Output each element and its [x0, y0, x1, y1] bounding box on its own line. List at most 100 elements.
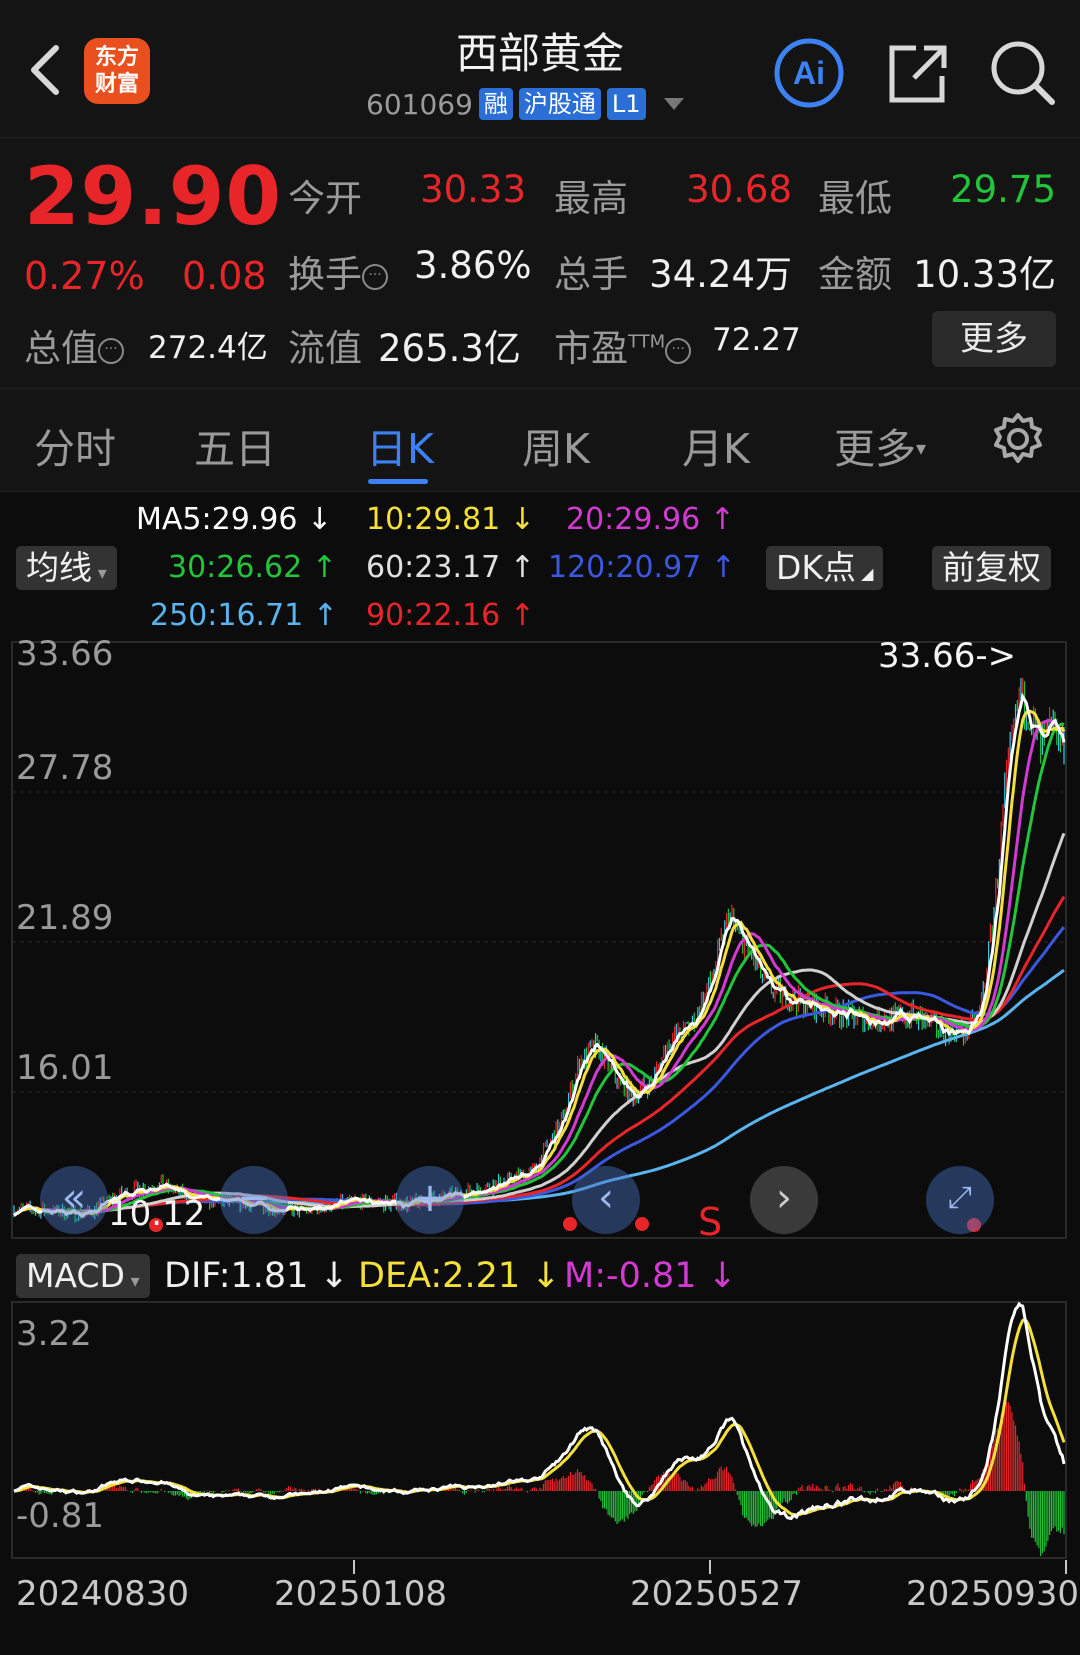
date-label-3: 20250527 [630, 1574, 804, 1614]
low-marker: 10.12 [108, 1194, 206, 1234]
back-arrow-icon[interactable] [22, 40, 66, 100]
y-label-1: 33.66 [16, 634, 114, 674]
indicator-selector[interactable]: MACD ▾ [16, 1254, 150, 1298]
change-pct: 0.27% [24, 254, 145, 298]
app-logo[interactable]: 东方 财富 [84, 38, 150, 104]
kline-chart[interactable]: 33.66 27.78 21.89 16.01 33.66-> 10.12 S … [0, 634, 1080, 1244]
logo-text-1: 东方 [94, 45, 139, 70]
tag-level: L1 [606, 88, 646, 120]
ma120-label: 120:20.97 ↑ [548, 550, 736, 585]
open-label: 今开 [288, 177, 362, 220]
ma250-label: 250:16.71 ↑ [150, 598, 338, 633]
corner-icon: ◢ [856, 564, 874, 583]
nav-next-button[interactable]: › [750, 1166, 818, 1234]
more-button[interactable]: 更多 [932, 311, 1056, 367]
ma60-label: 60:23.17 ↑ [366, 550, 535, 585]
tab-monthly-k[interactable]: 月K [682, 415, 750, 475]
macd-canvas [11, 1301, 1067, 1559]
date-label-2: 20250108 [274, 1574, 448, 1614]
ma30-label: 30:26.62 ↑ [168, 550, 337, 585]
tab-more[interactable]: 更多▾ [834, 415, 926, 475]
gear-icon[interactable] [990, 411, 1046, 467]
info-icon[interactable]: ··· [362, 264, 388, 290]
date-label-4: 20250930 [906, 1574, 1080, 1614]
ma-selector[interactable]: 均线 ▾ [16, 546, 117, 590]
caret-down-icon: ▾ [916, 436, 927, 460]
search-icon[interactable] [986, 36, 1060, 110]
tab-daily-k[interactable]: 日K [366, 415, 434, 475]
logo-text-2: 财富 [94, 72, 139, 97]
tag-margin: 融 [478, 88, 513, 120]
signal-dot [635, 1217, 649, 1231]
volume-value: 34.24万 [649, 253, 792, 296]
amount-value: 10.33亿 [913, 253, 1056, 296]
pe-label: 市盈TTM ··· [554, 318, 692, 372]
high-value: 30.68 [686, 168, 792, 211]
caret-down-icon: ▾ [92, 563, 107, 584]
svg-text:Ai: Ai [793, 55, 825, 91]
macd-y-top: 3.22 [16, 1314, 92, 1354]
turnover-value: 3.86% [414, 244, 532, 287]
active-tab-indicator [368, 479, 428, 484]
info-icon[interactable]: ··· [665, 338, 692, 364]
high-marker: 33.66-> [878, 636, 1017, 676]
low-label: 最低 [818, 177, 892, 220]
tab-weekly-k[interactable]: 周K [522, 415, 590, 475]
mktcap-label: 总值 ··· [24, 318, 124, 372]
ma5-line [13, 692, 1066, 1218]
zoom-in-button[interactable]: + [396, 1166, 464, 1234]
nav-first-button[interactable]: « [40, 1166, 108, 1234]
adjust-toggle[interactable]: 前复权 [932, 546, 1051, 590]
candles [13, 677, 1065, 1223]
app-header: 东方 财富 西部黄金 601069 融 沪股通 L1 Ai [0, 0, 1080, 138]
caret-down-icon: ▾ [124, 1271, 140, 1292]
tab-intraday[interactable]: 分时 [34, 415, 116, 475]
amount-label: 金额 [818, 253, 892, 296]
dk-point-toggle[interactable]: DK点 ◢ [766, 546, 884, 590]
ai-icon[interactable]: Ai [772, 36, 846, 110]
open-value: 30.33 [420, 168, 526, 211]
fullscreen-icon[interactable]: ⤢ [926, 1166, 994, 1234]
tag-connect: 沪股通 [518, 88, 601, 120]
stock-code-row[interactable]: 601069 融 沪股通 L1 [366, 86, 684, 122]
turnover-label: 换手 ··· [288, 244, 388, 298]
ma5-label: MA5:29.96 ↓ [136, 502, 333, 537]
ma20-line [13, 718, 1065, 1217]
kline-canvas [11, 641, 1067, 1239]
volume-label: 总手 [554, 253, 628, 296]
period-tabs: 分时 五日 日K 周K 月K 更多▾ [0, 388, 1080, 492]
stock-name: 西部黄金 [455, 29, 624, 78]
last-price: 29.90 [24, 150, 283, 243]
low-value: 29.75 [950, 168, 1056, 211]
zoom-out-button[interactable]: − [220, 1166, 288, 1234]
pe-value: 72.27 [712, 322, 801, 358]
macd-y-bottom: -0.81 [16, 1496, 104, 1536]
y-label-4: 16.01 [16, 1048, 114, 1088]
dif-label: DIF:1.81 ↓ [164, 1256, 349, 1296]
dea-label: DEA:2.21 ↓ [358, 1256, 561, 1296]
ma20-label: 20:29.96 ↑ [566, 502, 735, 537]
change-abs: 0.08 [182, 254, 267, 298]
nav-prev-button[interactable]: ‹ [572, 1166, 640, 1234]
chevron-down-icon[interactable] [663, 98, 684, 110]
m-label: M:-0.81 ↓ [564, 1256, 738, 1296]
mktcap-value: 272.4亿 [148, 330, 268, 366]
ma10-line [13, 709, 1066, 1217]
stock-code: 601069 [366, 87, 473, 121]
macd-chart[interactable]: 3.22 -0.81 [0, 1300, 1080, 1560]
tab-five-day[interactable]: 五日 [194, 415, 276, 475]
share-icon[interactable] [880, 36, 954, 110]
high-label: 最高 [554, 177, 628, 220]
dif-line [13, 1301, 1066, 1521]
ma30-line [13, 722, 1065, 1217]
float-label: 流值 [288, 327, 362, 370]
signal-dot [563, 1217, 577, 1231]
y-label-2: 27.78 [16, 748, 114, 788]
ma90-label: 90:22.16 ↑ [366, 598, 535, 633]
info-icon[interactable]: ··· [98, 338, 124, 364]
float-value: 265.3亿 [378, 327, 521, 370]
sell-signal: S [698, 1200, 723, 1244]
date-label-1: 20240830 [16, 1574, 190, 1614]
ma10-label: 10:29.81 ↓ [366, 502, 535, 537]
y-label-3: 21.89 [16, 898, 114, 938]
